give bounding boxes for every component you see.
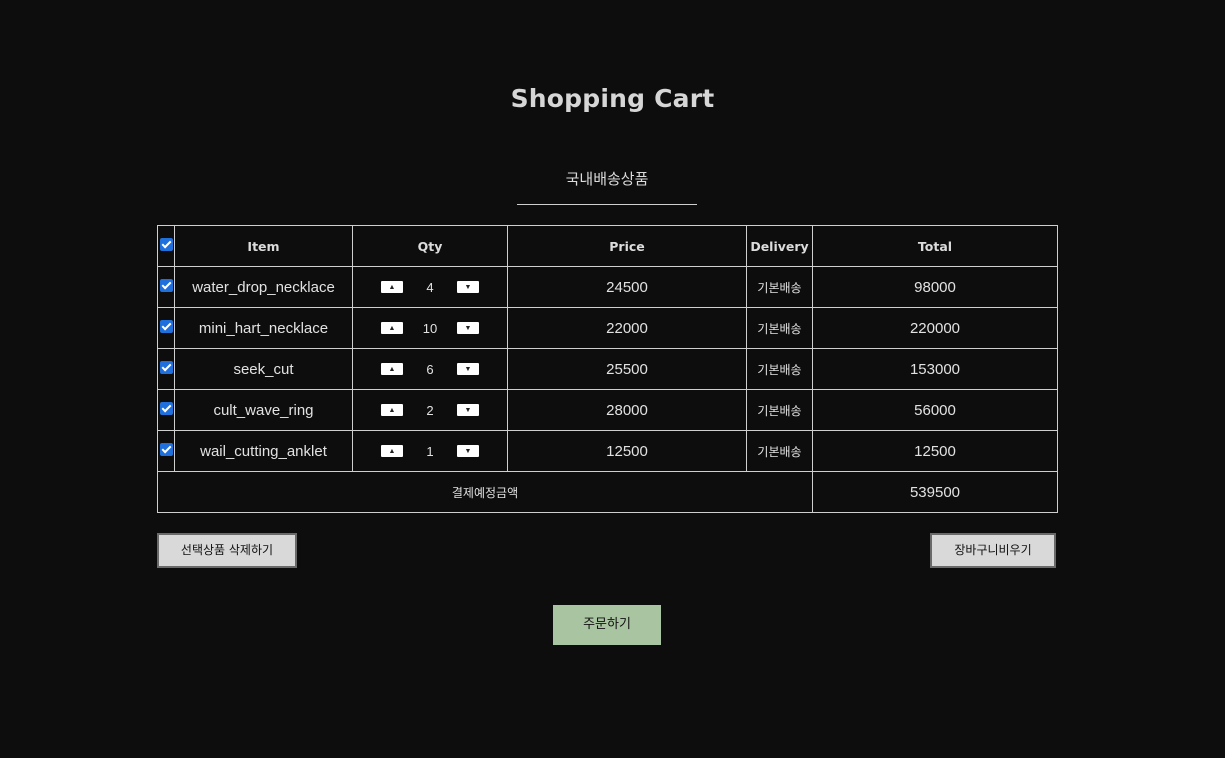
cart-page: Shopping Cart 국내배송상품 Item Qty Price Deli… <box>0 0 1225 758</box>
item-price: 22000 <box>507 307 747 349</box>
item-name: seek_cut <box>174 348 353 390</box>
payment-amount-label: 결제예정금액 <box>157 471 813 513</box>
triangle-down-icon: ▼ <box>464 283 472 291</box>
select-all-checkbox[interactable] <box>159 238 173 251</box>
table-row: mini_hart_necklace ▲ 10 ▼ 22000 기본배송 220… <box>157 307 1058 349</box>
table-row: seek_cut ▲ 6 ▼ 25500 기본배송 153000 <box>157 348 1058 390</box>
summary-row: 결제예정금액 539500 <box>157 471 1058 513</box>
row-checkbox[interactable] <box>159 402 173 415</box>
clear-cart-button[interactable]: 장바구니비우기 <box>930 533 1056 568</box>
item-total: 220000 <box>812 307 1058 349</box>
triangle-down-icon: ▼ <box>464 365 472 373</box>
qty-cell: ▲ 6 ▼ <box>352 348 508 390</box>
row-checkbox[interactable] <box>159 361 173 374</box>
item-total: 153000 <box>812 348 1058 390</box>
item-price: 28000 <box>507 389 747 431</box>
item-delivery: 기본배송 <box>746 266 813 308</box>
triangle-down-icon: ▼ <box>464 324 472 332</box>
qty-down-button[interactable]: ▼ <box>457 445 479 457</box>
item-price: 12500 <box>507 430 747 472</box>
triangle-up-icon: ▲ <box>388 324 396 332</box>
header-total: Total <box>812 225 1058 267</box>
triangle-up-icon: ▲ <box>388 283 396 291</box>
qty-cell: ▲ 10 ▼ <box>352 307 508 349</box>
table-header-row: Item Qty Price Delivery Total <box>157 225 1058 267</box>
qty-value: 1 <box>426 443 434 459</box>
section-title: 국내배송상품 <box>565 170 649 188</box>
triangle-down-icon: ▼ <box>464 406 472 414</box>
table-row: cult_wave_ring ▲ 2 ▼ 28000 기본배송 56000 <box>157 389 1058 431</box>
row-checkbox[interactable] <box>159 279 173 292</box>
item-delivery: 기본배송 <box>746 348 813 390</box>
qty-value: 6 <box>426 361 434 377</box>
table-row: water_drop_necklace ▲ 4 ▼ 24500 기본배송 980… <box>157 266 1058 308</box>
row-checkbox[interactable] <box>159 443 173 456</box>
payment-amount-value: 539500 <box>812 471 1058 513</box>
triangle-down-icon: ▼ <box>464 447 472 455</box>
qty-value: 2 <box>426 402 434 418</box>
header-item: Item <box>174 225 353 267</box>
triangle-up-icon: ▲ <box>388 365 396 373</box>
item-name: wail_cutting_anklet <box>174 430 353 472</box>
item-name: water_drop_necklace <box>174 266 353 308</box>
triangle-up-icon: ▲ <box>388 447 396 455</box>
item-delivery: 기본배송 <box>746 389 813 431</box>
qty-up-button[interactable]: ▲ <box>381 404 403 416</box>
item-total: 98000 <box>812 266 1058 308</box>
item-total: 12500 <box>812 430 1058 472</box>
triangle-up-icon: ▲ <box>388 406 396 414</box>
item-delivery: 기본배송 <box>746 430 813 472</box>
item-name: mini_hart_necklace <box>174 307 353 349</box>
qty-up-button[interactable]: ▲ <box>381 281 403 293</box>
section-tab-domestic: 국내배송상품 <box>517 168 697 205</box>
qty-value: 4 <box>426 279 434 295</box>
qty-cell: ▲ 2 ▼ <box>352 389 508 431</box>
cart-table: Item Qty Price Delivery Total water_drop… <box>157 225 1058 513</box>
qty-value: 10 <box>422 320 438 336</box>
qty-down-button[interactable]: ▼ <box>457 363 479 375</box>
qty-up-button[interactable]: ▲ <box>381 445 403 457</box>
delete-selected-button[interactable]: 선택상품 삭제하기 <box>157 533 297 568</box>
item-delivery: 기본배송 <box>746 307 813 349</box>
item-price: 24500 <box>507 266 747 308</box>
qty-cell: ▲ 4 ▼ <box>352 266 508 308</box>
qty-cell: ▲ 1 ▼ <box>352 430 508 472</box>
header-price: Price <box>507 225 747 267</box>
qty-down-button[interactable]: ▼ <box>457 281 479 293</box>
item-name: cult_wave_ring <box>174 389 353 431</box>
table-row: wail_cutting_anklet ▲ 1 ▼ 12500 기본배송 125… <box>157 430 1058 472</box>
item-price: 25500 <box>507 348 747 390</box>
qty-up-button[interactable]: ▲ <box>381 322 403 334</box>
header-delivery: Delivery <box>746 225 813 267</box>
order-button[interactable]: 주문하기 <box>553 605 661 645</box>
qty-down-button[interactable]: ▼ <box>457 322 479 334</box>
item-total: 56000 <box>812 389 1058 431</box>
select-all-cell <box>157 225 175 267</box>
page-title: Shopping Cart <box>510 84 715 113</box>
qty-up-button[interactable]: ▲ <box>381 363 403 375</box>
qty-down-button[interactable]: ▼ <box>457 404 479 416</box>
header-qty: Qty <box>352 225 508 267</box>
row-checkbox[interactable] <box>159 320 173 333</box>
